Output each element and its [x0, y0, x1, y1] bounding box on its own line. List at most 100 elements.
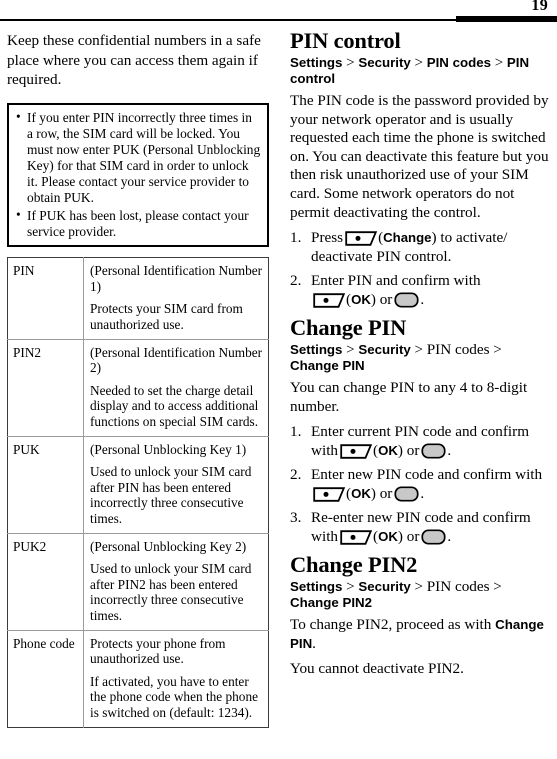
page-columns: Keep these confidential numbers in a saf… [0, 26, 557, 759]
code-name-cell: PIN [13, 263, 35, 279]
page-number: 19 [531, 0, 548, 14]
code-description-cell: Protects your phone from unauthorized us… [83, 629, 269, 727]
step-number: 3. [290, 509, 302, 527]
breadcrumb-separator: > [493, 342, 502, 359]
step-number: 2. [290, 466, 302, 484]
body-text-before: To change PIN2, proceed as with [290, 616, 492, 634]
step-text: . [447, 442, 452, 460]
round-key-icon [394, 292, 419, 308]
breadcrumb-crumb: Settings [290, 55, 343, 70]
breadcrumb-separator: > [494, 55, 504, 71]
breadcrumb-separator: > [493, 579, 502, 596]
key-label-close-paren: ) [397, 528, 403, 546]
soft-key-label: OK [351, 292, 371, 308]
right-column: PIN control Settings > Security > PIN co… [290, 26, 552, 684]
soft-key-label: OK [351, 486, 371, 502]
breadcrumb-crumb: Security [358, 579, 411, 595]
breadcrumb-crumb: Settings [290, 579, 343, 595]
code-name-cell: PUK2 [7, 532, 84, 631]
step-text: . [420, 485, 425, 503]
section-change-pin2: Change PIN2 Settings > Security > PIN co… [290, 552, 552, 678]
section-body-text: You can change PIN to any 4 to 8-digit n… [290, 379, 528, 415]
note-bullet-text: If PUK has been lost, please contact you… [27, 208, 249, 240]
table-row: PUK (Personal Unblocking Key 1) Used to … [7, 435, 269, 534]
soft-key-icon [340, 444, 373, 460]
step-text: . [420, 291, 425, 309]
page-header: 19 [0, 0, 557, 26]
section-heading: Change PIN [290, 315, 407, 341]
code-description-cell: (Personal Unblocking Key 1) Used to unlo… [83, 435, 269, 534]
soft-key-icon [345, 231, 378, 246]
list-item: 3. Re-enter new PIN code and confirm with… [290, 508, 552, 546]
soft-key-icon [313, 487, 345, 503]
code-description-paragraph: Needed to set the charge detail display … [90, 382, 259, 429]
left-column: Keep these confidential numbers in a saf… [7, 26, 269, 728]
code-name-cell: PIN2 [7, 338, 84, 437]
key-label-close-paren: ) [431, 229, 437, 247]
section-closing-text: You cannot deactivate PIN2. [290, 659, 464, 677]
key-label-close-paren: ) [370, 291, 376, 309]
breadcrumb-separator: > [346, 579, 355, 596]
step-text: or [406, 528, 420, 546]
step-text: or [379, 485, 393, 503]
code-description-paragraph: Used to unlock your SIM card after PIN2 … [90, 561, 252, 623]
round-key-icon [421, 443, 446, 459]
code-description-paragraph: (Personal Unblocking Key 2) [90, 538, 247, 554]
note-box: • If you enter PIN incorrectly three tim… [7, 102, 269, 248]
step-text: or [406, 442, 420, 460]
list-item: 2. Enter new PIN code and confirm with (OK… [290, 465, 552, 503]
breadcrumb: Settings > Security > PIN codes > PIN co… [290, 55, 552, 87]
round-key-icon [421, 529, 446, 545]
breadcrumb-crumb: Security [358, 342, 411, 358]
code-description-paragraph: (Personal Unblocking Key 1) [90, 441, 247, 457]
breadcrumb-separator: > [414, 579, 423, 596]
step-number: 1. [290, 229, 302, 247]
list-item: 1. Press (Change) to activate/ deactivate … [290, 228, 552, 266]
soft-key-label: Change [383, 230, 432, 246]
numbered-steps-list: 1. Press (Change) to activate/ deactivate … [290, 228, 552, 309]
step-text: . [447, 528, 452, 546]
section-heading: PIN control [290, 28, 401, 53]
breadcrumb-crumb: PIN codes [426, 578, 490, 596]
breadcrumb-separator: > [346, 55, 355, 71]
step-number: 2. [290, 272, 302, 290]
code-description-cell: (Personal Identification Number 2) Neede… [83, 338, 269, 437]
table-row: PIN2 (Personal Identification Number 2) … [7, 338, 269, 437]
code-name-cell: Phone code [7, 629, 84, 727]
table-row: PIN (Personal Identification Number 1) P… [8, 257, 269, 340]
round-key-icon [394, 486, 419, 502]
code-description-paragraph: Protects your SIM card from unauthorized… [90, 301, 243, 333]
numbered-steps-list: 1. Enter current PIN code and confirm wit… [290, 422, 552, 546]
code-description-cell: (Personal Identification Number 1) Prote… [83, 257, 269, 340]
step-text: Press [311, 229, 344, 247]
code-description-paragraph: Used to unlock your SIM card after PIN h… [90, 464, 252, 526]
code-description-paragraph: (Personal Identification Number 2) [90, 344, 263, 376]
breadcrumb-crumb: PIN codes [426, 341, 490, 359]
breadcrumb: Settings > Security > PIN codes > Change… [290, 579, 552, 611]
list-item: 1. Enter current PIN code and confirm wit… [290, 422, 552, 460]
table-row: PUK2 (Personal Unblocking Key 2) Used to… [7, 532, 269, 631]
breadcrumb-separator: > [346, 342, 355, 359]
security-codes-table: PIN (Personal Identification Number 1) P… [7, 257, 269, 728]
code-description-paragraph: Protects your phone from unauthorized us… [90, 635, 226, 667]
step-number: 1. [290, 423, 302, 441]
breadcrumb-crumb: Change PIN2 [290, 595, 373, 611]
breadcrumb-separator: > [414, 342, 423, 359]
code-name-cell: PUK [7, 435, 84, 534]
soft-key-icon [313, 293, 345, 308]
soft-key-label: OK [378, 443, 398, 459]
soft-key-label: OK [378, 529, 398, 545]
breadcrumb-crumb: PIN codes [426, 55, 491, 70]
breadcrumb-separator: > [414, 55, 423, 71]
code-description-paragraph: If activated, you have to enter the phon… [90, 673, 259, 720]
note-bullet-text: If you enter PIN incorrectly three times… [27, 109, 261, 205]
body-text-after: . [312, 634, 316, 652]
step-text: Enter new PIN code and confirm with [311, 466, 543, 484]
breadcrumb: Settings > Security > PIN codes > Change… [290, 342, 552, 374]
soft-key-icon [340, 530, 373, 546]
breadcrumb-crumb: Security [358, 55, 411, 70]
note-bullet-list: • If you enter PIN incorrectly three tim… [14, 109, 261, 241]
step-text: Enter PIN and confirm with [311, 272, 481, 290]
section-change-pin: Change PIN Settings > Security > PIN cod… [290, 315, 552, 546]
breadcrumb-crumb: Settings [290, 342, 343, 358]
